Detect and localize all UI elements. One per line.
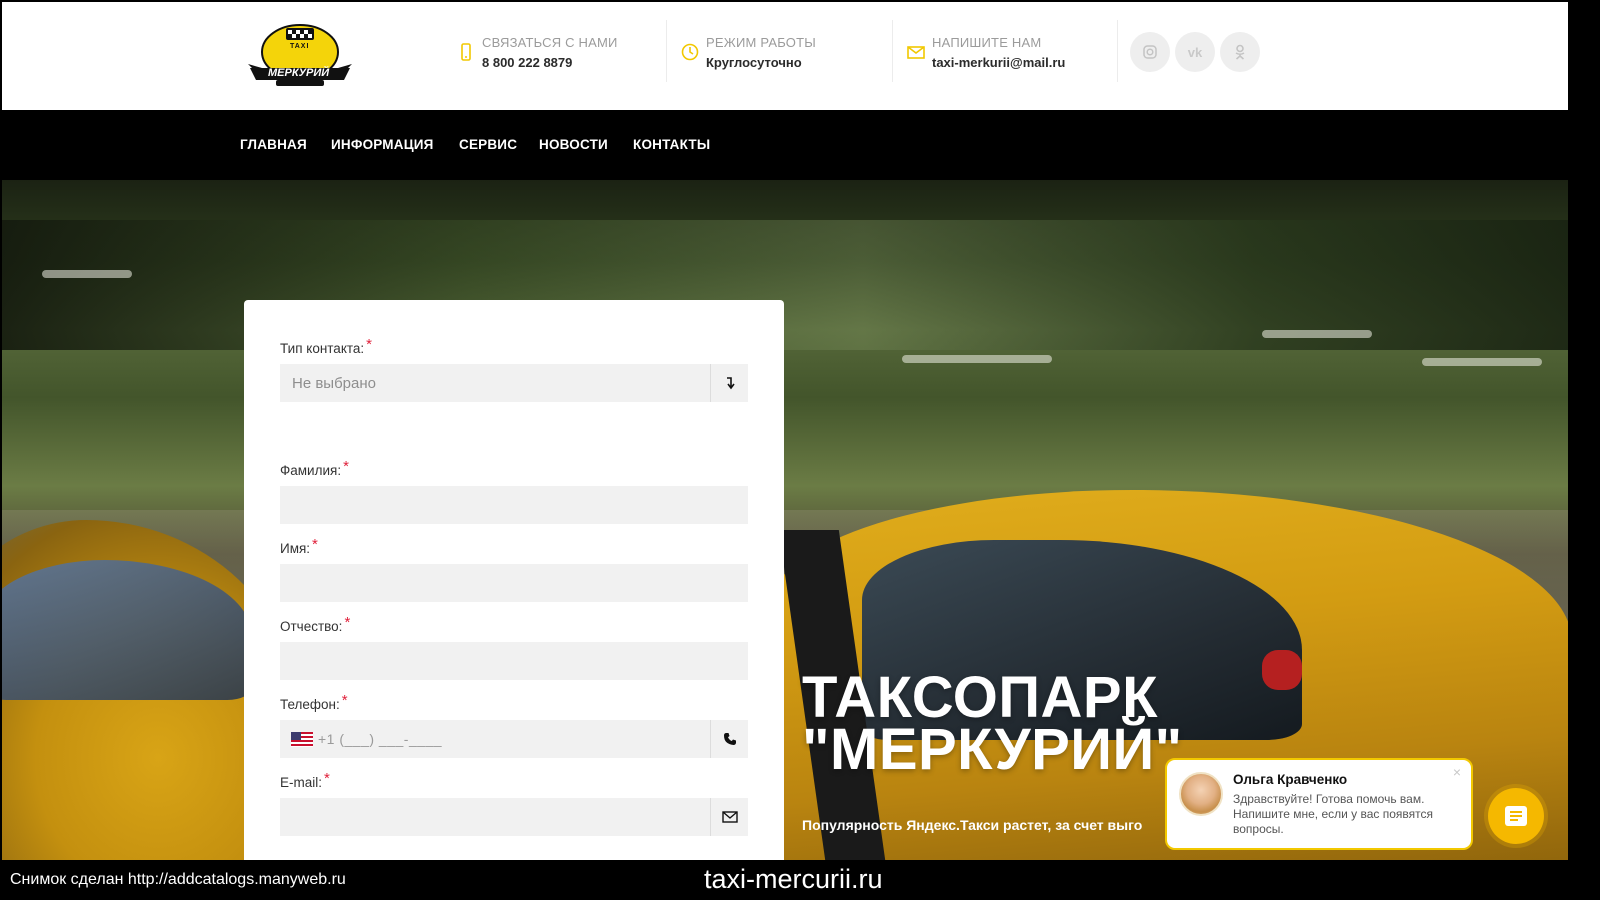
site-logo[interactable]: TAXI МЕРКУРИЙ xyxy=(246,22,354,92)
phone-label: Телефон: * xyxy=(280,692,348,713)
required-mark: * xyxy=(324,770,330,787)
email-label-text: E-mail: xyxy=(280,775,323,790)
hero-subtitle: Популярность Яндекс.Такси растет, за сче… xyxy=(802,817,1142,833)
chat-message: Здравствуйте! Готова помочь вам. Напишит… xyxy=(1233,792,1434,836)
clock-icon xyxy=(680,42,700,62)
contact-type-placeholder: Не выбрано xyxy=(292,375,376,392)
chat-popup[interactable]: Ольга Кравченко Здравствуйте! Готова пом… xyxy=(1165,758,1473,850)
first-name-label: Имя: * xyxy=(280,536,318,557)
chat-agent-name: Ольга Кравченко xyxy=(1233,772,1348,787)
phone-icon xyxy=(710,720,748,758)
last-name-label-text: Фамилия: xyxy=(280,463,342,478)
phone-placeholder: +1 (___) ___-____ xyxy=(318,731,443,747)
contact-phone-title: СВЯЗАТЬСЯ С НАМИ xyxy=(482,35,618,50)
vk-label: vk xyxy=(1187,44,1203,60)
phone-label-text: Телефон: xyxy=(280,697,340,712)
contact-phone-value[interactable]: 8 800 222 8879 xyxy=(482,55,572,70)
mail-icon xyxy=(906,42,926,62)
chat-open-button[interactable] xyxy=(1488,788,1544,844)
last-name-field[interactable] xyxy=(280,486,748,524)
hero-title: ТАКСОПАРК "МЕРКУРИЙ" xyxy=(802,669,1183,782)
nav-item-service[interactable]: СЕРВИС xyxy=(459,137,517,152)
chat-icon xyxy=(1505,806,1527,826)
vk-icon[interactable]: vk xyxy=(1175,32,1215,72)
taxi-car-taillight xyxy=(1262,650,1302,690)
nav-item-home[interactable]: ГЛАВНАЯ xyxy=(240,137,307,152)
sort-arrow-icon[interactable] xyxy=(710,364,748,402)
logo-badge-text: TAXI xyxy=(290,43,310,50)
window-edge xyxy=(1568,0,1600,860)
nav-item-news[interactable]: НОВОСТИ xyxy=(539,137,608,152)
main-nav: ГЛАВНАЯ ИНФОРМАЦИЯ СЕРВИС НОВОСТИ КОНТАК… xyxy=(2,110,1568,180)
logo-name-text: МЕРКУРИЙ xyxy=(268,67,330,79)
caption-site: taxi-mercurii.ru xyxy=(704,864,883,894)
required-mark: * xyxy=(344,614,351,631)
contact-type-label-text: Тип контакта: xyxy=(280,341,365,356)
email-label: E-mail: * xyxy=(280,770,330,791)
last-name-label: Фамилия: * xyxy=(280,458,349,479)
patronymic-label: Отчество: * xyxy=(280,614,350,635)
contact-email-value[interactable]: taxi-merkurii@mail.ru xyxy=(932,55,1065,70)
contact-type-label: Тип контакта: * xyxy=(280,336,372,357)
us-flag-icon[interactable] xyxy=(291,732,313,747)
patronymic-label-text: Отчество: xyxy=(280,619,343,634)
motion-streak xyxy=(1422,358,1542,366)
required-mark: * xyxy=(343,458,349,475)
motion-streak xyxy=(1262,330,1372,338)
divider xyxy=(892,20,893,82)
close-icon[interactable]: × xyxy=(1453,764,1461,780)
motion-streak xyxy=(902,355,1052,363)
contact-type-select[interactable]: Не выбрано xyxy=(280,364,748,402)
envelope-icon xyxy=(710,798,748,836)
motion-streak xyxy=(42,270,132,278)
chat-agent-avatar xyxy=(1179,772,1223,816)
phone-field[interactable]: +1 (___) ___-____ xyxy=(280,720,748,758)
contact-hours-value: Круглосуточно xyxy=(706,55,802,70)
required-mark: * xyxy=(312,536,318,553)
odnoklassniki-icon[interactable] xyxy=(1220,32,1260,72)
screenshot-caption-bar: Снимок сделан http://addcatalogs.manyweb… xyxy=(0,860,1600,900)
nav-item-contacts[interactable]: КОНТАКТЫ xyxy=(633,137,710,152)
contact-hours-title: РЕЖИМ РАБОТЫ xyxy=(706,35,816,50)
contact-email-title: НАПИШИТЕ НАМ xyxy=(932,35,1042,50)
nav-item-information[interactable]: ИНФОРМАЦИЯ xyxy=(331,137,434,152)
caption-source: Снимок сделан http://addcatalogs.manyweb… xyxy=(10,871,346,888)
divider xyxy=(1117,20,1118,82)
first-name-field[interactable] xyxy=(280,564,748,602)
instagram-icon[interactable] xyxy=(1130,32,1170,72)
required-mark: * xyxy=(341,692,348,709)
site-header: TAXI МЕРКУРИЙ СВЯЗАТЬСЯ С НАМИ 8 800 222… xyxy=(2,2,1568,110)
first-name-label-text: Имя: xyxy=(280,541,311,556)
hero-title-line2: "МЕРКУРИЙ" xyxy=(802,717,1183,782)
divider xyxy=(666,20,667,82)
phone-icon xyxy=(456,42,476,62)
patronymic-field[interactable] xyxy=(280,642,748,680)
email-field[interactable] xyxy=(280,798,748,836)
required-mark: * xyxy=(366,336,373,353)
